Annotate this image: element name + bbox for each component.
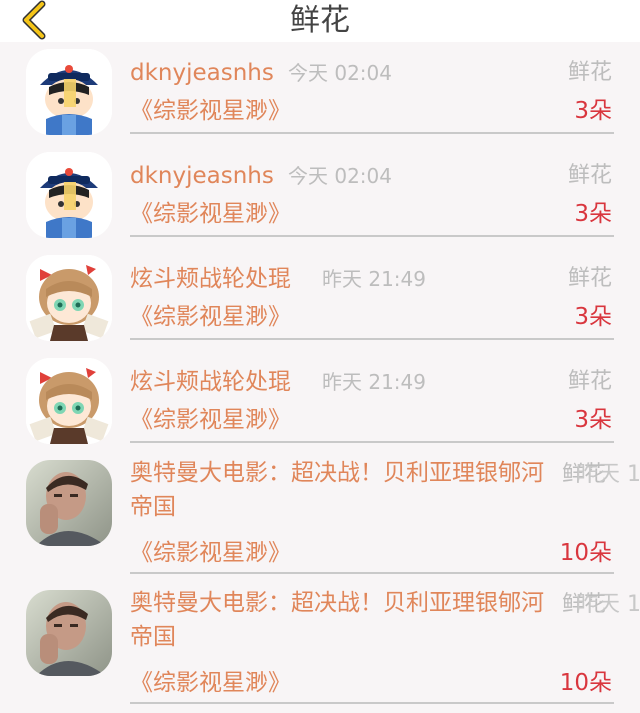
list-item[interactable]: dknyjeasnhs 今天 02:04 鲜花 《综影视星渺》 3朵 [0, 42, 640, 144]
gift-type: 鲜花昨天 1 [562, 460, 640, 490]
gift-type: 鲜花 [567, 266, 612, 291]
gift-type: 鲜花 [567, 163, 612, 188]
gift-type: 鲜花昨天 1 [562, 590, 640, 620]
gift-type: 鲜花 [567, 369, 612, 394]
page-title: 鲜花 [290, 3, 350, 38]
header-bar: 鲜花 [0, 0, 640, 42]
avatar [26, 255, 112, 341]
gift-count: 3朵 [574, 304, 612, 330]
avatar [26, 152, 112, 238]
flower-gift-list: dknyjeasnhs 今天 02:04 鲜花 《综影视星渺》 3朵 dknyj… [0, 42, 640, 713]
avatar [26, 460, 112, 546]
book-title[interactable]: 《综影视星渺》 [130, 405, 291, 435]
divider [130, 572, 614, 574]
list-item[interactable]: 奥特曼大电影：超决战！贝利亚理银郇河帝国 鲜花昨天 1 《综影视星渺》 10朵 [0, 584, 640, 713]
gift-time: 昨天 1 [576, 592, 640, 617]
book-title[interactable]: 《综影视星渺》 [130, 302, 291, 332]
divider [130, 235, 614, 237]
gift-time: 今天 02:04 [288, 61, 392, 85]
gift-count: 3朵 [574, 98, 612, 124]
gift-count: 3朵 [574, 407, 612, 433]
sender-name[interactable]: dknyjeasnhs [130, 161, 274, 191]
book-title[interactable]: 《综影视星渺》 [130, 538, 291, 568]
avatar [26, 590, 112, 676]
book-title[interactable]: 《综影视星渺》 [130, 199, 291, 229]
sender-name[interactable]: 炫斗颊战轮处琨 [130, 367, 291, 397]
list-item[interactable]: 奥特曼大电影：超决战！贝利亚理银郇河帝国 鲜花昨天 1 《综影视星渺》 10朵 [0, 454, 640, 584]
list-item[interactable]: dknyjeasnhs 今天 02:04 鲜花 《综影视星渺》 3朵 [0, 145, 640, 247]
gift-type: 鲜花 [567, 60, 612, 85]
book-title[interactable]: 《综影视星渺》 [130, 96, 291, 126]
divider [130, 338, 614, 340]
gift-count: 10朵 [559, 670, 612, 696]
avatar [26, 358, 112, 444]
sender-name[interactable]: 奥特曼大电影：超决战！贝利亚理银郇河帝国 [130, 456, 555, 524]
list-item[interactable]: 炫斗颊战轮处琨 昨天 21:49 鲜花 《综影视星渺》 3朵 [0, 351, 640, 453]
sender-name[interactable]: dknyjeasnhs [130, 58, 274, 88]
list-item[interactable]: 炫斗颊战轮处琨 昨天 21:49 鲜花 《综影视星渺》 3朵 [0, 248, 640, 350]
gift-count: 10朵 [559, 540, 612, 566]
sender-name[interactable]: 奥特曼大电影：超决战！贝利亚理银郇河帝国 [130, 586, 555, 654]
gift-time: 昨天 21:49 [322, 267, 426, 291]
divider [130, 702, 614, 704]
gift-time: 昨天 1 [576, 462, 640, 487]
sender-name[interactable]: 炫斗颊战轮处琨 [130, 264, 291, 294]
book-title[interactable]: 《综影视星渺》 [130, 668, 291, 698]
avatar [26, 49, 112, 135]
divider [130, 132, 614, 134]
gift-count: 3朵 [574, 201, 612, 227]
gift-time: 昨天 21:49 [322, 370, 426, 394]
divider [130, 441, 614, 443]
gift-time: 今天 02:04 [288, 164, 392, 188]
